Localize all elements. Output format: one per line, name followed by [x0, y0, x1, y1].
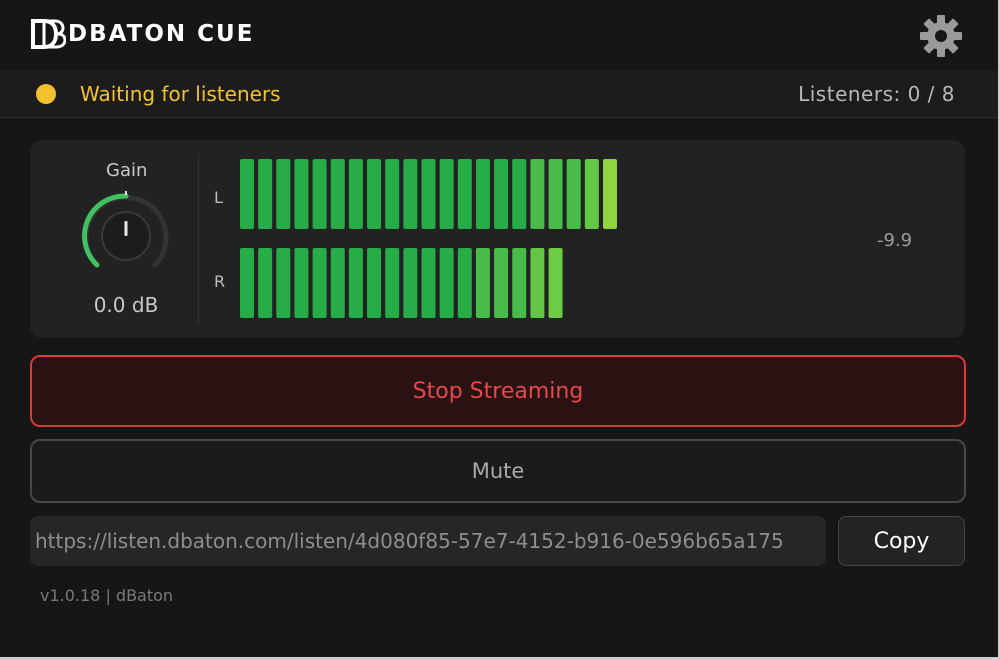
right-meter-segment [530, 248, 545, 318]
left-meter-segment [548, 159, 563, 229]
right-meter-segment [457, 248, 472, 318]
stop-streaming-button[interactable]: Stop Streaming [30, 355, 966, 427]
app-window: DBATON CUE Waiting for listeners Listene… [0, 0, 1000, 659]
left-meter-segment [258, 159, 273, 229]
left-meter-segment [603, 159, 617, 229]
status-dot-icon [36, 84, 56, 104]
mute-button[interactable]: Mute [30, 439, 966, 503]
left-meter-segment [475, 159, 490, 229]
right-meter-segment [258, 248, 273, 318]
left-meter-segment [240, 159, 254, 229]
right-meter-segment [312, 248, 327, 318]
gain-value: 0.0 dB [93, 293, 159, 317]
left-meter-segment [348, 159, 363, 229]
right-meter-segment [367, 248, 382, 318]
copy-button[interactable]: Copy [838, 516, 965, 566]
gain-knob[interactable] [78, 188, 174, 284]
right-meter-segment [348, 248, 363, 318]
left-meter-segment [421, 159, 436, 229]
right-meter-segment [475, 248, 490, 318]
status-text: Waiting for listeners [80, 82, 281, 106]
listener-count: Listeners: 0 / 8 [798, 82, 955, 106]
right-meter-segment [330, 248, 345, 318]
right-meter-segment [276, 248, 291, 318]
left-meter-segment [530, 159, 545, 229]
right-level-meter [240, 248, 563, 318]
app-title: DBATON CUE [68, 21, 255, 47]
left-meter-segment [494, 159, 509, 229]
right-meter-segment [512, 248, 527, 318]
left-channel-label: L [214, 188, 223, 207]
meter-divider [198, 154, 199, 324]
left-meter-segment [294, 159, 309, 229]
gear-icon[interactable] [918, 13, 964, 59]
right-channel-label: R [214, 272, 226, 291]
left-meter-segment [385, 159, 400, 229]
peak-readout: -9.9 [877, 230, 913, 251]
db-logo-icon [31, 19, 66, 49]
status-bar: Waiting for listeners Listeners: 0 / 8 [0, 70, 998, 118]
right-meter-segment [439, 248, 454, 318]
right-meter-segment [403, 248, 418, 318]
version-footer: v1.0.18 | dBaton [40, 586, 174, 605]
right-meter-segment [494, 248, 509, 318]
left-meter-segment [584, 159, 599, 229]
right-meter-segment [240, 248, 254, 318]
left-meter-segment [403, 159, 418, 229]
right-meter-segment [385, 248, 400, 318]
left-meter-segment [367, 159, 382, 229]
left-meter-segment [312, 159, 327, 229]
meter-panel: Gain 0.0 dB L R -9.9 [30, 140, 965, 338]
header: DBATON CUE [0, 0, 998, 70]
left-meter-segment [566, 159, 581, 229]
left-meter-segment [439, 159, 454, 229]
app-logo: DBATON CUE [30, 18, 254, 50]
left-meter-segment [330, 159, 345, 229]
left-meter-segment [457, 159, 472, 229]
left-level-meter [240, 159, 617, 229]
right-meter-segment [294, 248, 309, 318]
listen-url-field[interactable]: https://listen.dbaton.com/listen/4d080f8… [30, 516, 826, 566]
gain-label: Gain [106, 160, 148, 181]
right-meter-segment [548, 248, 563, 318]
left-meter-segment [276, 159, 291, 229]
left-meter-segment [512, 159, 527, 229]
right-meter-segment [421, 248, 436, 318]
